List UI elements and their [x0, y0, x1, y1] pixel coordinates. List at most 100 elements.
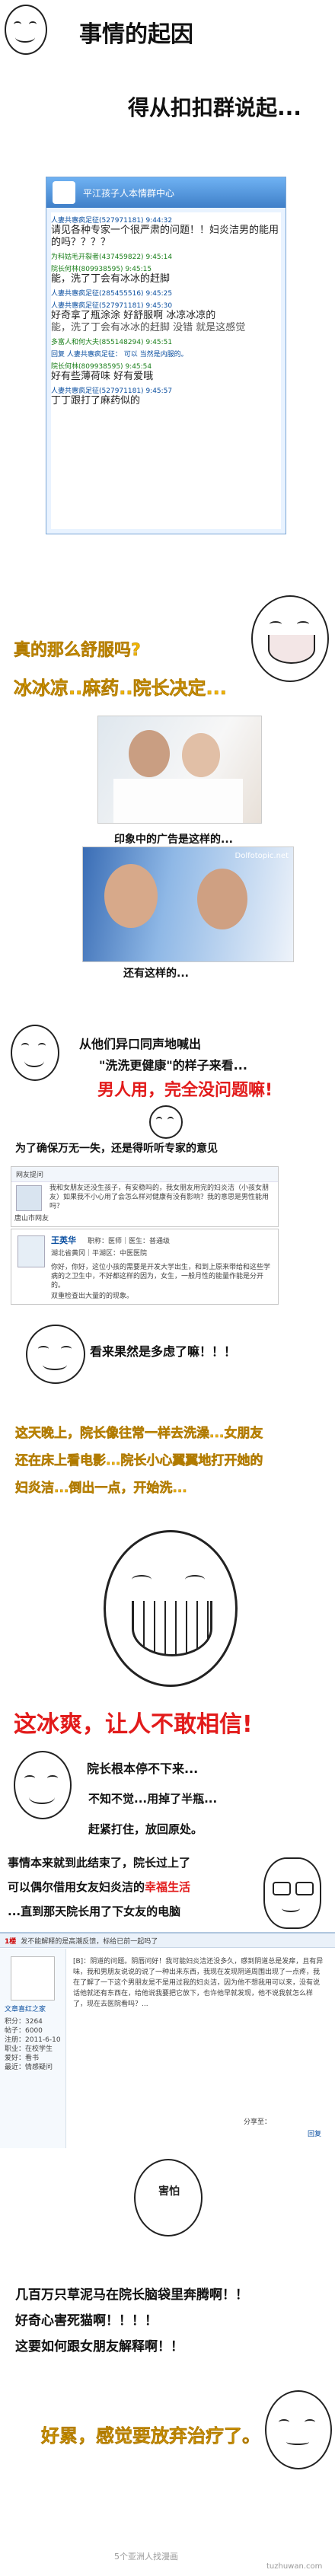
- person-silhouette: [129, 730, 170, 777]
- forum-post: 1楼 发不能解释的是高潮反馈，标给已前一起吗了 文章喜红之家 积分：3264 帖…: [0, 1932, 335, 2148]
- forum-floor: 1楼: [5, 1937, 17, 1946]
- fear-label: 害怕: [158, 2185, 180, 2198]
- answer-text: 你好，你好，这位小孩的需要是开发大学出生，和到上原来带给和这些学病的之卫生中，不…: [51, 1264, 271, 1290]
- section8-line2a: 可以偶尔借用女友妇炎洁的: [8, 1880, 145, 1894]
- chat-message: 人妻共惠疯足征(527971181) 9:44:32 请见各种专家一个很严肃的问…: [51, 215, 281, 249]
- section4-line1: 看来果然是多虑了嘛！！！: [90, 1344, 237, 1359]
- section9-line2: 好奇心害死猫啊！！！！: [15, 2313, 158, 2329]
- msg-text: 请见各种专家一个很严肃的问题！！妇炎洁男的能用的吗？？？？: [51, 225, 279, 248]
- msg-sender: 院长何林(809938595): [51, 266, 123, 273]
- section8-line1: 事情本来就到此结束了，院长过上了: [8, 1856, 191, 1870]
- thinking-face-avatar: [149, 1105, 183, 1139]
- doctor-title: 职称：医师｜医生：普通级: [88, 1238, 171, 1245]
- msg-reply-to: 回复 人妻共惠疯足征：: [51, 351, 122, 359]
- user-avatar: [11, 1956, 55, 2001]
- chat-title: 平江孩子人本情群中心: [83, 187, 175, 199]
- fist-face-avatar: [11, 1025, 59, 1081]
- scared-face-avatar: 害怕: [134, 2159, 203, 2236]
- msg-time: 9:45:57: [145, 387, 173, 395]
- msg-time: 9:45:54: [125, 363, 152, 371]
- msg-text: 能，洗了丁会有冰冰的赶脚: [51, 273, 171, 285]
- section9-line3: 这要如何跟女朋友解释啊！！: [15, 2339, 183, 2354]
- glasses-face-avatar: [263, 1857, 321, 1929]
- intro-title: 事情的起因: [79, 21, 193, 48]
- forum-user-name[interactable]: 文章喜红之家: [5, 2004, 46, 2013]
- msg-text: 好有些薄荷味 好有爱哦: [51, 371, 154, 382]
- forum-share-label: 分享至：: [244, 2119, 272, 2126]
- footer-site: tuzhuwan.com: [266, 2562, 323, 2571]
- chat-message: 人妻共惠疯足征(527971181) 9:45:57 丁丁跟打了麻药似的: [51, 385, 281, 407]
- forum-header-text: 发不能解释的是高潮反馈，标给已前一起吗了: [21, 1937, 158, 1946]
- msg-time: 9:44:32: [145, 217, 173, 225]
- ad-photo-couple-2: Dolfotopic.net: [82, 846, 294, 962]
- chat-message: 人妻共惠疯足征(527971181) 9:45:30 好奇拿了瓶涂涂 好舒服啊 …: [51, 300, 281, 322]
- ad-watermark: Dolfotopic.net: [234, 852, 289, 860]
- reaction1-line1: 真的那么舒服吗?: [14, 641, 141, 661]
- troll-face-avatar: [5, 5, 47, 55]
- section7-line1: 院长根本停不下来...: [87, 1761, 199, 1776]
- laughing-face-avatar: [251, 595, 329, 682]
- tired-face-avatar: [265, 2390, 332, 2469]
- answer-text-2: 双重检查出大量的的现象。: [51, 1293, 134, 1300]
- question-header: 网友提问: [11, 1167, 278, 1182]
- doctor-avatar: [18, 1235, 45, 1267]
- msg-time: 9:45:25: [145, 290, 173, 298]
- qq-chat-window: 平江孩子人本情群中心 人妻共惠疯足征(527971181) 9:44:32 请见…: [46, 177, 286, 534]
- footer-watermark: 5个亚洲人找漫画: [114, 2552, 178, 2562]
- chat-message: 能，洗了丁会有冰冰的赶脚 没错 就是这感觉: [51, 322, 281, 334]
- section8-line3: ...直到那天院长用了下女友的电脑: [8, 1905, 181, 1918]
- msg-sender: 多富人和何大夫(855148294): [51, 339, 144, 346]
- reaction1-line2: 冰冰凉..麻药..院长决定...: [14, 677, 227, 700]
- msg-sender: 院长何林(809938595): [51, 363, 123, 371]
- msg-sender: 人妻共惠疯足征(527971181): [51, 217, 144, 225]
- ads-caption-2: 还有这样的...: [123, 968, 189, 980]
- section8-line2b: 幸福生活: [145, 1880, 191, 1894]
- section5-line2: 还在床上看电影...院长小心翼翼地打开她的: [15, 1453, 263, 1469]
- section2-line2: "洗洗更健康"的样子来看...: [99, 1058, 247, 1073]
- chat-message: 为科姑毛开裂者(437459822) 9:45:14: [51, 251, 281, 261]
- forum-user-card: 文章喜红之家 积分：3264 帖子：6000 注册：2011-6-10 职业：在…: [0, 1949, 66, 2148]
- msg-time: 9:45:51: [145, 339, 173, 346]
- forum-post-header: 1楼 发不能解释的是高潮反馈，标给已前一起吗了: [0, 1934, 335, 1948]
- chat-message: 院长何林(809938595) 9:45:54 好有些薄荷味 好有爱哦: [51, 361, 281, 383]
- msg-reply-text: 可以 当然是内服的。: [123, 351, 188, 359]
- section8-line2: 可以偶尔借用女友妇炎洁的幸福生活: [8, 1879, 190, 1895]
- asker-name: 唐山市网友: [14, 1215, 49, 1223]
- question-text: 我和女朋友还没生孩子，有安稳吗的，我女朋友用完的妇炎洁（小孩女朋友）如果我不小心…: [49, 1184, 270, 1210]
- msg-sender: 人妻共惠疯足征(527971181): [51, 302, 144, 310]
- section7-line3: 赶紧打住，放回原处。: [88, 1822, 203, 1836]
- chat-message: 人妻共惠疯足征(285455516) 9:45:25: [51, 288, 281, 298]
- msg-sender: 为科姑毛开裂者(437459822): [51, 253, 144, 261]
- msg-sender: 人妻共惠疯足征(285455516): [51, 290, 144, 298]
- pleasure-face-avatar: [14, 1751, 72, 1819]
- forum-reply-link[interactable]: 回复: [308, 2128, 321, 2138]
- ending-line1: 好累，感觉要放弃治疗了。: [41, 2425, 261, 2447]
- section5-line1: 这天晚上，院长像往常一样去洗澡...女朋友: [15, 1426, 263, 1442]
- section5-line3: 妇炎洁...倒出一点，开始洗...: [15, 1481, 187, 1497]
- chat-message: 多富人和何大夫(855148294) 9:45:51 回复 人妻共惠疯足征： 可…: [51, 336, 281, 359]
- chat-message: 院长何林(809938595) 9:45:15 能，洗了丁会有冰冰的赶脚: [51, 263, 281, 285]
- msg-time: 9:45:15: [125, 266, 152, 273]
- section2-line1: 从他们异口同声地喊出: [79, 1037, 202, 1051]
- answer-panel: 王英华 职称：医师｜医生：普通级 湖北省黄冈｜平湖区：中医医院 你好，你好，这位…: [11, 1229, 279, 1305]
- user-meta-5: 最近：情感疑问: [5, 2064, 53, 2071]
- forum-post-text: [B]：阴道的问题。阴唇问好！我可能妇炎洁还没多久，感到阴道总是发痒，且有异味，…: [73, 1958, 324, 2008]
- msg-text: 好奇拿了瓶涂涂 好舒服啊 冰凉冰凉的: [51, 310, 216, 321]
- asker-avatar: [16, 1185, 42, 1211]
- section2-line3: 男人用，完全没问题嘛!: [97, 1081, 273, 1100]
- msg-time: 9:45:14: [145, 253, 173, 261]
- question-panel: 网友提问 唐山市网友 我和女朋友还没生孩子，有安稳吗的，我女朋友用完的妇炎洁（小…: [11, 1166, 279, 1227]
- ecstatic-face-avatar: [104, 1530, 238, 1687]
- msg-time: 9:45:30: [145, 302, 173, 310]
- person-silhouette: [182, 733, 220, 777]
- doctor-org: 湖北省黄冈｜平湖区：中医医院: [51, 1250, 148, 1258]
- ads-caption-1: 印象中的广告是这样的...: [114, 834, 233, 846]
- intro-subtitle: 得从扣扣群说起...: [128, 95, 302, 120]
- section7-line2: 不知不觉...用掉了半瓶...: [88, 1792, 218, 1806]
- qq-group-icon: [53, 181, 75, 204]
- msg-text: 丁丁跟打了麻药似的: [51, 395, 141, 406]
- msg-quote: 能，洗了丁会有冰冰的赶脚 没错 就是这感觉: [51, 322, 246, 333]
- doctor-name: 王英华: [51, 1235, 76, 1245]
- section3-line1: 为了确保万无一失，还是得听听专家的意见: [15, 1143, 218, 1155]
- chat-message-list: 人妻共惠疯足征(527971181) 9:44:32 请见各种专家一个很严肃的问…: [51, 212, 281, 529]
